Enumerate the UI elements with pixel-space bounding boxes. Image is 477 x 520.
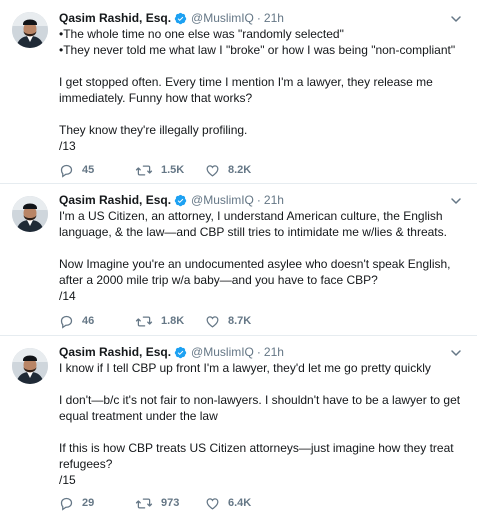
chevron-down-icon[interactable] — [449, 194, 463, 208]
like-button[interactable]: 6.4K — [205, 496, 275, 511]
tweet-header: Qasim Rashid, Esq. @MuslimIQ · 21h — [59, 344, 284, 360]
author-name[interactable]: Qasim Rashid, Esq. — [59, 345, 171, 359]
author-handle[interactable]: @MuslimIQ — [191, 11, 254, 25]
verified-badge-icon — [174, 346, 187, 358]
like-count: 8.7K — [228, 315, 252, 327]
reply-icon — [60, 315, 73, 329]
retweet-count: 1.5K — [161, 164, 185, 176]
tweet-14[interactable]: Qasim Rashid, Esq. @MuslimIQ · 21h I'm a… — [0, 184, 477, 334]
heart-icon — [206, 164, 219, 177]
tweet-actions: 29 973 6.4K — [59, 495, 275, 511]
verified-badge-icon — [174, 194, 187, 206]
separator-dot: · — [256, 345, 261, 359]
reply-icon — [60, 497, 73, 511]
retweet-icon — [135, 316, 153, 326]
retweet-button[interactable]: 1.5K — [135, 163, 205, 178]
tweet-header: Qasim Rashid, Esq. @MuslimIQ · 21h — [59, 10, 284, 26]
tweet-actions: 45 1.5K 8.2K — [59, 162, 275, 178]
author-name[interactable]: Qasim Rashid, Esq. — [59, 11, 171, 25]
tweet-actions: 46 1.8K 8.7K — [59, 313, 275, 329]
reply-count: 46 — [82, 315, 95, 327]
tweet-13[interactable]: Qasim Rashid, Esq. @MuslimIQ · 21h •The … — [0, 0, 477, 178]
author-handle[interactable]: @MuslimIQ — [191, 345, 254, 359]
author-handle[interactable]: @MuslimIQ — [191, 193, 254, 207]
tweet-text: •The whole time no one else was "randoml… — [59, 26, 469, 154]
tweet-text-content: I'm a US Citizen, an attorney, I underst… — [59, 209, 451, 303]
separator-dot: · — [256, 193, 261, 207]
tweet-text-content: •The whole time no one else was "randoml… — [59, 27, 456, 153]
heart-icon — [206, 497, 219, 510]
retweet-button[interactable]: 973 — [135, 496, 205, 511]
timestamp[interactable]: 21h — [264, 345, 284, 359]
retweet-count: 973 — [161, 497, 180, 509]
like-button[interactable]: 8.7K — [205, 314, 275, 329]
retweet-count: 1.8K — [161, 315, 185, 327]
avatar[interactable] — [12, 348, 48, 384]
tweet-text: I know if I tell CBP up front I'm a lawy… — [59, 360, 469, 488]
reply-button[interactable]: 45 — [59, 163, 135, 178]
reply-count: 29 — [82, 497, 95, 509]
reply-icon — [60, 164, 73, 178]
like-count: 8.2K — [228, 164, 252, 176]
tweet-text: I'm a US Citizen, an attorney, I underst… — [59, 208, 469, 304]
verified-badge-icon — [174, 12, 187, 24]
chevron-down-icon[interactable] — [449, 346, 463, 360]
retweet-icon — [135, 165, 153, 175]
chevron-down-icon[interactable] — [449, 12, 463, 26]
like-button[interactable]: 8.2K — [205, 163, 275, 178]
retweet-button[interactable]: 1.8K — [135, 314, 205, 329]
tweet-text-content: I know if I tell CBP up front I'm a lawy… — [59, 361, 461, 487]
reply-count: 45 — [82, 164, 95, 176]
retweet-icon — [135, 498, 153, 508]
reply-button[interactable]: 46 — [59, 314, 135, 329]
separator-dot: · — [256, 11, 261, 25]
author-name[interactable]: Qasim Rashid, Esq. — [59, 193, 171, 207]
timestamp[interactable]: 21h — [264, 11, 284, 25]
reply-button[interactable]: 29 — [59, 496, 135, 511]
tweet-15[interactable]: Qasim Rashid, Esq. @MuslimIQ · 21h I kno… — [0, 336, 477, 520]
tweet-header: Qasim Rashid, Esq. @MuslimIQ · 21h — [59, 192, 284, 208]
like-count: 6.4K — [228, 497, 252, 509]
avatar[interactable] — [12, 196, 48, 232]
heart-icon — [206, 315, 219, 328]
avatar[interactable] — [12, 12, 48, 48]
timestamp[interactable]: 21h — [264, 193, 284, 207]
